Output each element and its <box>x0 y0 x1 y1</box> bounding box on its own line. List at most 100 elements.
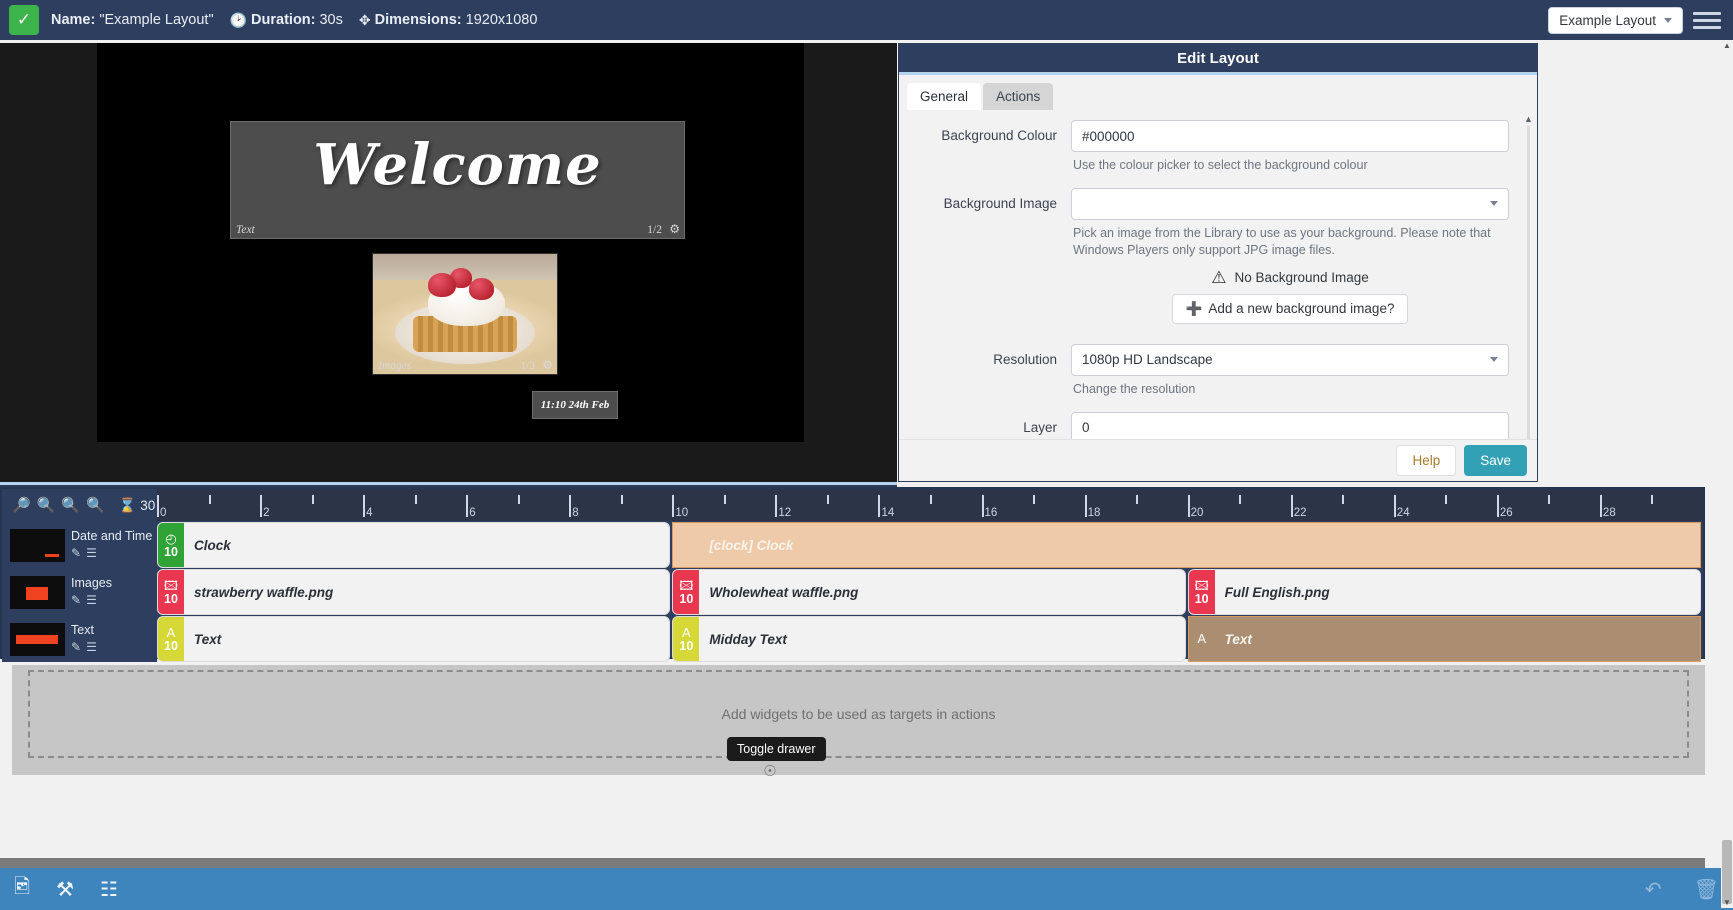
page-scrollbar[interactable]: ▲ ▼ <box>1721 40 1733 908</box>
ruler-tick-label: 18 <box>1088 507 1101 519</box>
layout-name-meta: Name: "Example Layout" <box>51 12 214 28</box>
ruler-tick <box>1548 495 1550 504</box>
timeline: 🔎 🔍 🔍 🔍 ⌛ 30 0246810121416182022242628 D… <box>0 487 1705 659</box>
timeline-track[interactable]: ◴10Clock[clock] Clock <box>157 522 1703 568</box>
resolution-select[interactable]: 1080p HD Landscape <box>1071 344 1509 376</box>
timeline-row-meta: Images ✎ ☰ <box>2 569 157 615</box>
grid-widgets-icon[interactable]: ☷ <box>100 877 118 902</box>
edit-icon[interactable]: ✎ <box>71 593 81 607</box>
library-images-icon[interactable]: 🖻 <box>14 872 30 906</box>
background-colour-input[interactable]: #000000 <box>1071 120 1509 152</box>
ruler-tick <box>415 495 417 504</box>
region-text-welcome[interactable]: Welcome Text 1/2 ⚙ <box>230 121 685 239</box>
actions-drawer[interactable]: Add widgets to be used as targets in act… <box>28 670 1689 758</box>
timeline-row-name: Text <box>71 624 97 638</box>
layout-selector-dropdown[interactable]: Example Layout <box>1548 7 1683 34</box>
region-thumbnail[interactable] <box>10 529 65 562</box>
list-icon[interactable]: ☰ <box>86 546 97 560</box>
widget-badge: A10 <box>158 617 184 661</box>
resolution-row: Resolution 1080p HD Landscape Change the… <box>899 344 1537 408</box>
ruler-tick <box>312 495 314 504</box>
layer-input[interactable]: 0 <box>1071 412 1509 440</box>
ruler-tick: 16 <box>982 495 984 517</box>
ruler-tick <box>209 495 211 504</box>
hamburger-icon[interactable] <box>1693 12 1721 29</box>
region-thumbnail[interactable] <box>10 623 65 656</box>
scroll-up-icon[interactable]: ▲ <box>1723 41 1731 50</box>
region-widget-count: 1/2 <box>647 224 662 236</box>
panel-body: Background Colour #000000 Use the colour… <box>899 110 1537 439</box>
timeline-hscrollbar[interactable] <box>0 858 1705 868</box>
duration-value: 30s <box>319 12 342 28</box>
timeline-widget-segment[interactable]: A Text <box>1188 616 1701 662</box>
panel-footer: Help Save <box>899 439 1537 481</box>
background-colour-help: Use the colour picker to select the back… <box>1073 157 1509 174</box>
timeline-widget-segment[interactable]: 🖾10Wholewheat waffle.png <box>672 569 1185 615</box>
timeline-widget-segment[interactable]: A10Text <box>157 616 670 662</box>
ruler-tick: 12 <box>775 495 777 517</box>
text-A-icon: A <box>167 626 176 639</box>
drawer-empty-text: Add widgets to be used as targets in act… <box>722 706 996 722</box>
list-icon[interactable]: ☰ <box>86 640 97 654</box>
tab-actions[interactable]: Actions <box>983 83 1053 110</box>
toggle-drawer-button[interactable]: ☉ <box>757 762 783 780</box>
edit-icon[interactable]: ✎ <box>71 546 81 560</box>
region-thumbnail[interactable] <box>10 576 65 609</box>
timeline-widget-segment[interactable]: ◴10Clock <box>157 522 670 568</box>
add-background-image-button[interactable]: ➕ Add a new background image? <box>1172 294 1409 324</box>
gear-icon[interactable]: ⚙ <box>669 222 680 236</box>
drawer-tooltip: Toggle drawer <box>727 737 826 761</box>
text-A-icon: A <box>1197 632 1206 645</box>
ruler-tick: 8 <box>569 495 571 517</box>
save-button[interactable]: Save <box>1464 445 1527 476</box>
widget-title: Wholewheat waffle.png <box>699 570 858 614</box>
widget-title: Text <box>1215 617 1252 661</box>
timeline-widget-segment[interactable]: 🖾10strawberry waffle.png <box>157 569 670 615</box>
region-images[interactable]: Images 1/3 ⚙ <box>372 253 558 375</box>
welcome-text: Welcome <box>231 132 684 198</box>
panel-scrollbar[interactable]: ▲ ▼ <box>1523 114 1535 439</box>
zoom-in-icon[interactable]: 🔎 <box>12 496 31 514</box>
timeline-widget-segment[interactable]: 🖾10Full English.png <box>1188 569 1701 615</box>
ruler-tick-label: 28 <box>1603 507 1616 519</box>
region-label: Text <box>236 224 255 236</box>
help-button[interactable]: Help <box>1396 445 1456 476</box>
region-clock[interactable]: 11:10 24th Feb <box>532 391 618 419</box>
ruler-tick <box>1651 495 1653 504</box>
background-image-select[interactable] <box>1071 188 1509 220</box>
widget-duration: 10 <box>164 640 178 653</box>
widget-badge <box>673 523 699 567</box>
ruler-tick-label: 8 <box>572 507 578 519</box>
scrollbar-thumb[interactable] <box>1722 840 1732 904</box>
zoom-out-icon[interactable]: 🔍 <box>86 496 105 514</box>
zoom-search-icon[interactable]: 🔍 <box>61 496 80 514</box>
ruler-tick-label: 6 <box>469 507 475 519</box>
widget-badge: A <box>1189 617 1215 661</box>
dimensions-label: Dimensions: <box>375 12 462 28</box>
timeline-widget-segment[interactable]: [clock] Clock <box>672 522 1701 568</box>
widget-badge: 🖾10 <box>1189 570 1215 614</box>
layout-preview[interactable]: Welcome Text 1/2 ⚙ Images 1/3 ⚙ <box>0 43 897 482</box>
timeline-track[interactable]: 🖾10strawberry waffle.png🖾10Wholewheat wa… <box>157 569 1703 615</box>
ruler-tick: 6 <box>466 495 468 517</box>
edit-icon[interactable]: ✎ <box>71 640 81 654</box>
check-icon: ✓ <box>9 5 39 35</box>
trash-icon[interactable]: 🗑 <box>1694 877 1719 902</box>
timeline-widget-segment[interactable]: A10Midday Text <box>672 616 1185 662</box>
timeline-row-meta: Date and Time ✎ ☰ <box>2 522 157 568</box>
scroll-up-icon[interactable]: ▲ <box>1524 114 1533 124</box>
tab-general[interactable]: General <box>907 83 981 110</box>
tools-icon[interactable]: ⚒ <box>56 877 74 902</box>
region-label: Images <box>378 360 411 372</box>
timeline-track[interactable]: A10TextA10Midday TextAText <box>157 616 1703 662</box>
zoom-pin-icon[interactable]: 🔍 <box>37 496 56 514</box>
gear-icon[interactable]: ⚙ <box>542 358 553 372</box>
timeline-scale[interactable]: 0246810121416182022242628 <box>157 489 1703 521</box>
undo-icon[interactable]: ↶ <box>1645 877 1662 902</box>
ruler-tick: 20 <box>1188 495 1190 517</box>
widget-title: Midday Text <box>699 617 787 661</box>
scroll-down-icon[interactable]: ▼ <box>1723 898 1731 907</box>
list-icon[interactable]: ☰ <box>86 593 97 607</box>
ruler-tick: 14 <box>878 495 880 517</box>
ruler-tick-label: 0 <box>160 507 166 519</box>
